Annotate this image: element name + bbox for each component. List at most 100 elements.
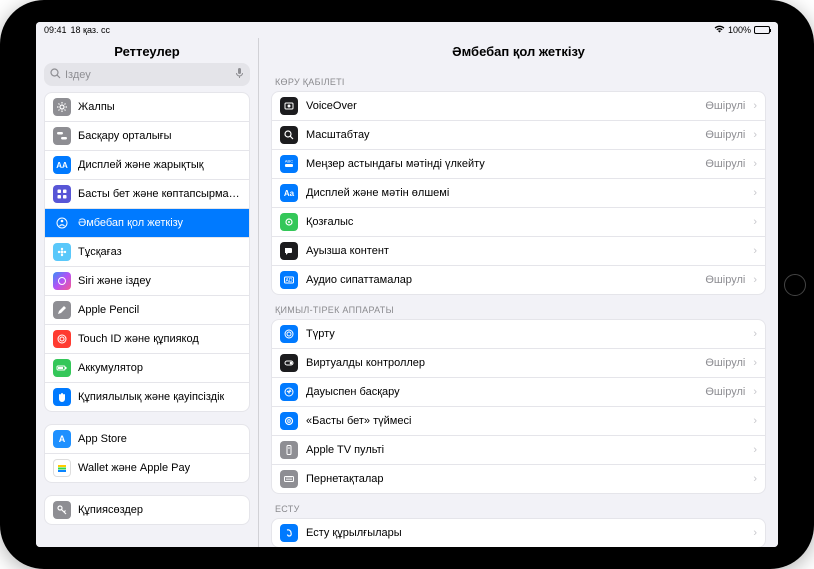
switch-icon xyxy=(280,354,298,372)
gear-icon xyxy=(53,98,71,116)
kb-icon xyxy=(280,470,298,488)
AA-icon: AA xyxy=(53,156,71,174)
settings-row[interactable]: Қозғалыс › xyxy=(272,208,765,237)
sidebar-item-AA[interactable]: AA Дисплей және жарықтық xyxy=(45,151,249,180)
row-label: «Басты бет» түймесі xyxy=(306,415,745,427)
row-label: Аудио сипаттамалар xyxy=(306,274,697,286)
screen: 09:41 18 қаз. сс 100% Реттеулер xyxy=(36,22,778,547)
person-icon xyxy=(53,214,71,232)
row-label: Дауыспен басқару xyxy=(306,386,697,398)
section-header: КӨРУ ҚАБІЛЕТІ xyxy=(271,67,766,91)
switches-icon xyxy=(53,127,71,145)
chevron-right-icon: › xyxy=(753,328,757,340)
status-date: 18 қаз. сс xyxy=(71,25,110,35)
Aa-icon: Aa xyxy=(280,184,298,202)
settings-row[interactable]: Apple TV пульті › xyxy=(272,436,765,465)
speech-icon xyxy=(280,242,298,260)
section-header: ҚИМЫЛ-ТІРЕК АППАРАТЫ xyxy=(271,295,766,319)
row-label: Есту құрылғылары xyxy=(306,527,745,539)
sidebar-item-battery[interactable]: Аккумулятор xyxy=(45,354,249,383)
row-label: Түрту xyxy=(306,328,745,340)
sidebar-item-label: Әмбебап қол жеткізу xyxy=(78,217,183,229)
chevron-right-icon: › xyxy=(753,415,757,427)
row-label: Меңзер астындағы мәтінді үлкейту xyxy=(306,158,697,170)
search-field[interactable] xyxy=(44,63,250,86)
settings-row[interactable]: Есту құрылғылары › xyxy=(272,519,765,547)
ear-icon xyxy=(280,524,298,542)
row-value: Өшірулі xyxy=(705,158,745,170)
row-label: VoiceOver xyxy=(306,100,697,112)
sidebar-item-wallet[interactable]: Wallet және Apple Pay xyxy=(45,454,249,482)
row-label: Виртуалды контроллер xyxy=(306,357,697,369)
section-header: ЕСТУ xyxy=(271,494,766,518)
voice-icon xyxy=(280,383,298,401)
settings-row[interactable]: Дауыспен басқару Өшірулі › xyxy=(272,378,765,407)
remote-icon xyxy=(280,441,298,459)
row-value: Өшірулі xyxy=(705,129,745,141)
settings-row[interactable]: «Басты бет» түймесі › xyxy=(272,407,765,436)
battery-icon xyxy=(53,359,71,377)
battery-percent: 100% xyxy=(728,25,751,35)
settings-row[interactable]: ADАудио сипаттамаларӨшірулі› xyxy=(272,266,765,294)
row-label: Ауызша контент xyxy=(306,245,745,257)
sidebar-item-pencil[interactable]: Apple Pencil xyxy=(45,296,249,325)
row-label: Қозғалыс xyxy=(306,216,745,228)
mic-icon[interactable] xyxy=(235,67,244,82)
battery-icon xyxy=(754,26,770,34)
sidebar-item-label: Дисплей және жарықтық xyxy=(78,159,204,171)
row-label: Пернетақталар xyxy=(306,473,745,485)
sidebar-item-label: Жалпы xyxy=(78,101,115,113)
chevron-right-icon: › xyxy=(753,527,757,539)
settings-row[interactable]: Виртуалды контроллер Өшірулі › xyxy=(272,349,765,378)
settings-row[interactable]: МасштабтауӨшірулі› xyxy=(272,121,765,150)
hand-icon xyxy=(53,388,71,406)
row-label: Дисплей және мәтін өлшемі xyxy=(306,187,745,199)
sidebar-item-touch[interactable]: Touch ID және құпиякод xyxy=(45,325,249,354)
svg-text:ABC: ABC xyxy=(285,159,293,164)
sidebar-item-person[interactable]: Әмбебап қол жеткізу xyxy=(45,209,249,238)
sidebar-item-key[interactable]: Құпиясөздер xyxy=(45,496,249,524)
svg-text:Aa: Aa xyxy=(284,189,295,198)
chevron-right-icon: › xyxy=(753,216,757,228)
search-input[interactable] xyxy=(65,69,231,81)
home-button[interactable] xyxy=(784,274,806,296)
sidebar-item-switches[interactable]: Басқару орталығы xyxy=(45,122,249,151)
row-value: Өшірулі xyxy=(705,386,745,398)
settings-row[interactable]: Пернетақталар› xyxy=(272,465,765,493)
sidebar-item-label: Touch ID және құпиякод xyxy=(78,333,199,345)
row-label: Apple TV пульті xyxy=(306,444,745,456)
sidebar-item-hand[interactable]: Құпиялылық және қауіпсіздік xyxy=(45,383,249,411)
key-icon xyxy=(53,501,71,519)
chevron-right-icon: › xyxy=(753,129,757,141)
flower-icon xyxy=(53,243,71,261)
chevron-right-icon: › xyxy=(753,357,757,369)
sidebar-item-label: Siri және іздеу xyxy=(78,275,151,287)
row-value: Өшірулі xyxy=(705,274,745,286)
home-icon xyxy=(280,412,298,430)
ipad-frame: 09:41 18 қаз. сс 100% Реттеулер xyxy=(0,0,814,569)
chevron-right-icon: › xyxy=(753,187,757,199)
A-icon: A xyxy=(53,430,71,448)
chevron-right-icon: › xyxy=(753,444,757,456)
row-value: Өшірулі xyxy=(705,100,745,112)
sidebar-item-siri[interactable]: Siri және іздеу xyxy=(45,267,249,296)
sidebar: Реттеулер ЖалпыБасқару орталығыAAДисплей… xyxy=(36,38,259,547)
row-value: Өшірулі xyxy=(705,357,745,369)
settings-row[interactable]: Aa Дисплей және мәтін өлшемі › xyxy=(272,179,765,208)
svg-text:A: A xyxy=(59,434,66,444)
sidebar-item-grid[interactable]: Басты бет және көптапсырмал… xyxy=(45,180,249,209)
sidebar-item-label: App Store xyxy=(78,433,127,445)
settings-row[interactable]: Түрту › xyxy=(272,320,765,349)
chevron-right-icon: › xyxy=(753,386,757,398)
sidebar-item-flower[interactable]: Тұсқағаз xyxy=(45,238,249,267)
settings-row[interactable]: ABC Меңзер астындағы мәтінді үлкейту Өшіру… xyxy=(272,150,765,179)
settings-row[interactable]: Ауызша контент› xyxy=(272,237,765,266)
detail-pane: Әмбебап қол жеткізу КӨРУ ҚАБІЛЕТІVoiceOv… xyxy=(259,38,778,547)
sidebar-item-A[interactable]: A App Store xyxy=(45,425,249,454)
wifi-icon xyxy=(714,25,725,35)
sidebar-item-gear[interactable]: Жалпы xyxy=(45,93,249,122)
sidebar-item-label: Wallet және Apple Pay xyxy=(78,462,190,474)
sidebar-item-label: Басқару орталығы xyxy=(78,130,172,142)
settings-row[interactable]: VoiceOverӨшірулі› xyxy=(272,92,765,121)
ad-icon: AD xyxy=(280,271,298,289)
